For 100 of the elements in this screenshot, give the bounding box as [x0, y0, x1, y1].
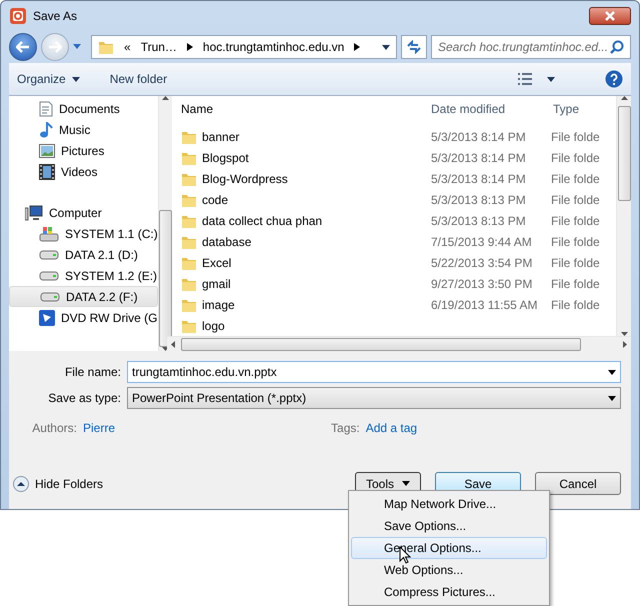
- date-cell: 5/3/2013 8:14 PM: [431, 172, 526, 186]
- folder-icon: [98, 39, 114, 55]
- sidebar-item[interactable]: Pictures: [9, 140, 158, 161]
- file-name[interactable]: image: [202, 296, 235, 314]
- menu-item[interactable]: Save Options...: [351, 515, 547, 537]
- file-name[interactable]: Blog-Wordpress: [202, 170, 288, 188]
- chevron-icon: [186, 43, 193, 51]
- down-arrow-icon: [620, 332, 628, 336]
- date-cell: 5/3/2013 8:13 PM: [431, 192, 526, 206]
- date-cell: 5/3/2013 8:14 PM: [431, 130, 526, 144]
- date-cell: 5/3/2013 8:13 PM: [431, 214, 526, 228]
- drive-icon: [39, 250, 59, 260]
- menu-item[interactable]: Compress Pictures...: [351, 581, 547, 603]
- file-name[interactable]: gmail: [202, 274, 231, 292]
- details-view-icon: [517, 72, 533, 86]
- picture-icon: [39, 144, 55, 158]
- sidebar-item[interactable]: Videos: [9, 161, 158, 182]
- type-cell: File folde: [551, 192, 600, 206]
- drive-icon: [40, 292, 60, 302]
- app-icon: [9, 7, 27, 25]
- date-cell: 5/3/2013 8:14 PM: [431, 150, 526, 164]
- file-name[interactable]: logo: [202, 316, 225, 334]
- add-tag-link[interactable]: Add a tag: [366, 419, 418, 437]
- file-name[interactable]: database: [202, 232, 252, 250]
- field-label: Tags:: [331, 420, 360, 437]
- sidebar-item[interactable]: SYSTEM 1.2 (E:): [9, 265, 158, 286]
- refresh-button[interactable]: [401, 35, 427, 59]
- breadcrumb-segment[interactable]: hoc.trungtamtinhoc.edu.vn: [202, 38, 344, 56]
- date-cell: 9/27/2013 3:50 PM: [431, 276, 532, 290]
- breadcrumb-segment[interactable]: Trun…: [140, 38, 177, 56]
- left-arrow-icon: [16, 41, 30, 53]
- file-name[interactable]: code: [202, 190, 228, 208]
- type-cell: File folde: [551, 234, 600, 248]
- field-label: Save as type:: [47, 390, 122, 407]
- type-cell: File folde: [551, 214, 600, 228]
- close-icon: [605, 11, 615, 21]
- music-note-icon: [39, 122, 53, 138]
- caret-icon: [547, 76, 555, 82]
- type-cell: File folde: [551, 150, 600, 164]
- dropdown-caret-icon[interactable]: [73, 44, 81, 50]
- date-cell: 7/15/2013 9:44 AM: [431, 234, 532, 248]
- window-title: Save As: [33, 8, 78, 25]
- scrollbar[interactable]: [167, 336, 631, 351]
- drive-icon: [39, 270, 59, 280]
- hide-folders-button[interactable]: Hide Folders: [13, 474, 104, 492]
- sidebar-item[interactable]: Computer: [9, 202, 158, 223]
- authors-link[interactable]: Pierre: [83, 419, 116, 437]
- breadcrumb-segment[interactable]: «: [124, 38, 131, 56]
- right-arrow-icon: [623, 340, 627, 348]
- menu-item[interactable]: Map Network Drive...: [351, 493, 547, 515]
- new-folder-button[interactable]: New folder: [110, 70, 168, 88]
- help-icon[interactable]: [605, 70, 623, 88]
- sidebar-item[interactable]: DATA 2.1 (D:): [9, 244, 158, 265]
- back-button[interactable]: [9, 33, 37, 61]
- dropdown-caret-icon: [382, 44, 390, 50]
- file-type-dropdown[interactable]: PowerPoint Presentation (*.pptx): [127, 387, 621, 409]
- type-cell: File folde: [551, 172, 600, 186]
- address-bar[interactable]: « Trun… hoc.trungtamtinhoc.edu.vn: [91, 35, 397, 59]
- file-name-field[interactable]: trungtamtinhoc.edu.vn.pptx: [127, 361, 621, 383]
- file-name[interactable]: data collect chua phan: [202, 212, 322, 230]
- column-header[interactable]: Name: [173, 100, 423, 118]
- up-arrow-icon: [620, 96, 628, 100]
- refresh-icon: [406, 40, 422, 54]
- collapse-icon: [13, 476, 29, 492]
- film-icon: [39, 164, 55, 180]
- right-arrow-icon: [48, 41, 62, 53]
- file-name[interactable]: Blogspot: [202, 148, 249, 166]
- file-name[interactable]: banner: [202, 128, 240, 146]
- cancel-button[interactable]: Cancel: [535, 472, 621, 495]
- type-cell: File folde: [551, 298, 600, 312]
- date-cell: 6/19/2013 11:55 AM: [431, 298, 538, 312]
- column-header[interactable]: Date modified: [423, 100, 545, 118]
- sidebar-item[interactable]: Music: [9, 119, 158, 140]
- search-field[interactable]: Search hoc.trungtamtinhoc.ed...: [431, 35, 631, 59]
- file-name[interactable]: Excel: [202, 254, 232, 272]
- field-label: Authors:: [31, 420, 78, 437]
- field-label: File name:: [64, 364, 122, 381]
- scrollbar[interactable]: [616, 96, 631, 336]
- system-drive-icon: [39, 226, 59, 242]
- sidebar-item[interactable]: SYSTEM 1.1 (C:): [9, 223, 158, 244]
- close-button[interactable]: [589, 7, 631, 25]
- sidebar-item[interactable]: DATA 2.2 (F:): [9, 286, 158, 307]
- dropdown-caret-icon: [608, 370, 616, 374]
- menu-item[interactable]: Web Options...: [351, 559, 547, 581]
- chevron-icon: [354, 43, 360, 51]
- up-arrow-icon: [162, 96, 169, 100]
- type-cell: File folde: [551, 256, 600, 270]
- disc-drive-icon: [39, 310, 55, 326]
- document-icon: [39, 100, 53, 116]
- sidebar-item[interactable]: Documents: [9, 98, 158, 119]
- column-header[interactable]: Type: [545, 100, 613, 118]
- dropdown-caret-icon: [608, 396, 616, 400]
- organize-menu[interactable]: Organize: [17, 70, 80, 88]
- sidebar-item[interactable]: DVD RW Drive (G: [9, 307, 158, 328]
- type-cell: File folde: [551, 130, 600, 144]
- scrollbar[interactable]: [158, 96, 172, 351]
- date-cell: 5/22/2013 3:54 PM: [431, 256, 532, 270]
- type-cell: File folde: [551, 276, 600, 290]
- left-arrow-icon: [171, 340, 175, 348]
- view-options-button[interactable]: [517, 72, 555, 86]
